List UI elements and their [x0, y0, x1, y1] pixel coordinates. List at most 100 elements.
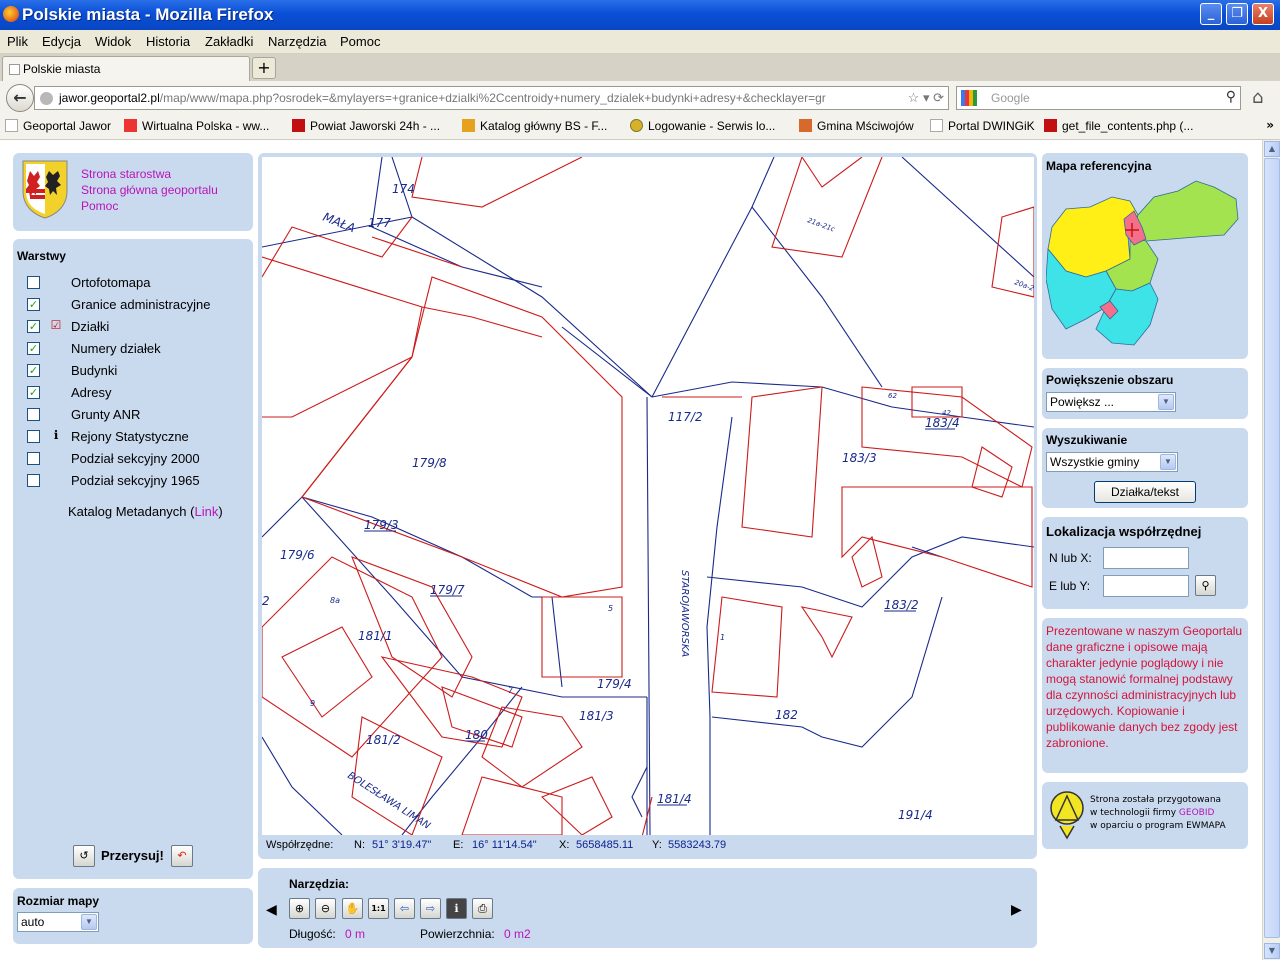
search-placeholder: Google	[991, 91, 1030, 105]
bookmark-item[interactable]: Portal DWINGiK	[930, 119, 1035, 133]
layer-checkbox[interactable]: ✓	[27, 320, 40, 333]
home-icon[interactable]: ⌂	[1252, 87, 1263, 108]
search-box[interactable]: Google ⚲	[956, 86, 1241, 110]
menu-edit[interactable]: Edycja	[42, 34, 81, 49]
redraw-label[interactable]: Przerysuj!	[101, 848, 164, 863]
map-label: 21a-21c	[806, 216, 836, 233]
next-view-icon[interactable]: ⇨	[420, 898, 441, 919]
scale-1-1-icon[interactable]: 1:1	[368, 898, 389, 919]
layer-row[interactable]: Grunty ANR	[17, 404, 255, 424]
print-icon[interactable]: ⎙	[472, 898, 493, 919]
minimize-button[interactable]: _	[1200, 3, 1222, 25]
window-title: Polskie miasta - Mozilla Firefox	[22, 5, 274, 24]
chevron-down-icon[interactable]: ▼	[81, 914, 97, 930]
menu-bookmarks[interactable]: Zakładki	[205, 34, 253, 49]
layer-row[interactable]: ✓ Granice administracyjne	[17, 294, 255, 314]
previous-view-icon[interactable]: ⇦	[394, 898, 415, 919]
n-coordinate-input[interactable]	[1103, 547, 1189, 569]
layer-row[interactable]: Ortofotomapa	[17, 272, 255, 292]
undo-redraw-icon[interactable]: ↶	[171, 845, 193, 867]
layer-row[interactable]: ✓ Budynki	[17, 360, 255, 380]
bookmark-item[interactable]: Gmina Mściwojów	[799, 119, 914, 133]
close-window-button[interactable]: X	[1252, 3, 1274, 25]
scroll-up-icon[interactable]: ▲	[1264, 141, 1280, 157]
layer-label: Granice administracyjne	[71, 297, 211, 312]
layer-row[interactable]: ✓ Numery działek	[17, 338, 255, 358]
layer-row[interactable]: Podział sekcyjny 2000	[17, 448, 255, 468]
parcel-map[interactable]: MAŁA 177 174 21a-21c 20a-20c 117/2 179/8…	[262, 157, 1034, 835]
layer-row[interactable]: Podział sekcyjny 1965	[17, 470, 255, 490]
back-button[interactable]: ←	[6, 84, 34, 112]
layer-checkbox[interactable]: ✓	[27, 364, 40, 377]
new-tab-button[interactable]: +	[252, 57, 276, 79]
link-county-site[interactable]: Strona starostwa	[81, 166, 218, 182]
geobid-link[interactable]: GEOBID	[1179, 808, 1215, 818]
layer-checkbox[interactable]: ✓	[27, 298, 40, 311]
parcel-search-button[interactable]: Działka/tekst	[1094, 481, 1196, 503]
bookmarks-more-icon[interactable]: »	[1266, 118, 1274, 132]
site-identity-icon[interactable]	[40, 92, 53, 105]
scrollbar-thumb[interactable]	[1264, 158, 1280, 938]
map-size-panel: Rozmiar mapy auto ▼	[13, 888, 253, 944]
coords-x-value: 5658485.11	[576, 839, 634, 851]
url-bar[interactable]: jawor.geoportal2.pl/map/www/mapa.php?osr…	[34, 86, 949, 110]
vertical-scrollbar[interactable]: ▲ ▼	[1262, 140, 1280, 960]
layer-checkbox[interactable]	[27, 452, 40, 465]
e-coordinate-input[interactable]	[1103, 575, 1189, 597]
chevron-down-icon[interactable]: ▼	[1158, 394, 1174, 410]
bookmark-item[interactable]: Logowanie - Serwis lo...	[630, 119, 775, 133]
tools-scroll-right-icon[interactable]: ▶	[1011, 902, 1022, 918]
info-legend-icon[interactable]: ℹ	[49, 428, 63, 442]
catalog-link[interactable]: Link	[194, 504, 218, 519]
zoom-area-select[interactable]: Powiększ ... ▼	[1046, 392, 1176, 412]
map-label: 180	[465, 728, 488, 742]
layer-checkbox[interactable]	[27, 474, 40, 487]
coords-x-label: X:	[559, 839, 570, 851]
layer-checkbox[interactable]: ✓	[27, 386, 40, 399]
menu-help[interactable]: Pomoc	[340, 34, 380, 49]
bookmark-page-icon	[462, 119, 475, 132]
check-legend-icon[interactable]: ☑	[49, 318, 63, 332]
bookmark-item[interactable]: Geoportal Jawor	[5, 119, 111, 133]
link-help[interactable]: Pomoc	[81, 198, 218, 214]
zoom-out-icon[interactable]: ⊖	[315, 898, 336, 919]
locate-search-icon[interactable]: ⚲	[1195, 575, 1216, 596]
map-size-select[interactable]: auto ▼	[17, 912, 99, 932]
layer-row[interactable]: ✓ Adresy	[17, 382, 255, 402]
menu-view[interactable]: Widok	[95, 34, 131, 49]
map-canvas[interactable]: MAŁA 177 174 21a-21c 20a-20c 117/2 179/8…	[262, 157, 1034, 835]
layer-checkbox[interactable]	[27, 430, 40, 443]
geobid-logo-icon	[1050, 791, 1084, 840]
bookmark-item[interactable]: Katalog główny BS - F...	[462, 119, 607, 133]
layer-row[interactable]: ℹ Rejony Statystyczne	[17, 426, 255, 446]
menu-history[interactable]: Historia	[146, 34, 190, 49]
bookmark-item[interactable]: get_file_contents.php (...	[1044, 119, 1193, 133]
layer-row[interactable]: ✓ ☑ Działki	[17, 316, 255, 336]
maximize-button[interactable]: ❐	[1226, 3, 1248, 25]
bookmark-item[interactable]: Wirtualna Polska - ww...	[124, 119, 269, 133]
layer-checkbox[interactable]: ✓	[27, 342, 40, 355]
google-engine-icon[interactable]	[961, 90, 977, 106]
map-label: 181/3	[579, 709, 614, 723]
menu-tools[interactable]: Narzędzia	[268, 34, 327, 49]
navigation-bar: ← jawor.geoportal2.pl/map/www/mapa.php?o…	[0, 81, 1280, 114]
search-go-icon[interactable]: ⚲	[1226, 88, 1236, 105]
tools-scroll-left-icon[interactable]: ◀	[266, 902, 277, 918]
chevron-down-icon[interactable]: ▼	[1160, 454, 1176, 470]
scroll-down-icon[interactable]: ▼	[1264, 943, 1280, 959]
redraw-icon[interactable]: ↺	[73, 845, 95, 867]
history-dropdown-icon[interactable]: ▾	[923, 90, 930, 105]
zoom-in-icon[interactable]: ⊕	[289, 898, 310, 919]
pan-hand-icon[interactable]: ✋	[342, 898, 363, 919]
info-icon[interactable]: ℹ	[446, 898, 467, 919]
reference-map[interactable]	[1046, 179, 1242, 349]
reload-icon[interactable]: ⟳	[933, 90, 944, 105]
tab-polskie-miasta[interactable]: Polskie miasta	[2, 56, 250, 81]
bookmark-star-icon[interactable]: ☆	[908, 90, 920, 105]
layer-checkbox[interactable]	[27, 276, 40, 289]
menu-file[interactable]: Plik	[7, 34, 28, 49]
bookmark-item[interactable]: Powiat Jaworski 24h - ...	[292, 119, 440, 133]
municipality-select[interactable]: Wszystkie gminy ▼	[1046, 452, 1178, 472]
layer-checkbox[interactable]	[27, 408, 40, 421]
link-geoportal-home[interactable]: Strona główna geoportalu	[81, 182, 218, 198]
